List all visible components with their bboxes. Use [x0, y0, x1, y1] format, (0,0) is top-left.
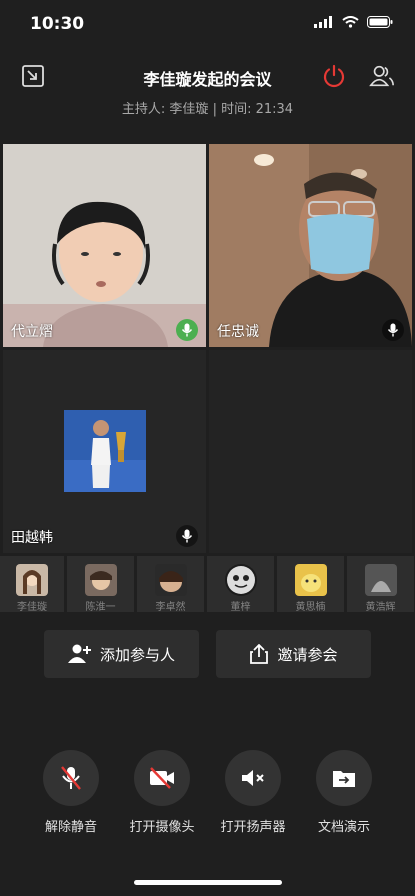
empty-video-tile	[209, 350, 412, 553]
home-indicator[interactable]	[134, 880, 282, 885]
speaker-label: 打开扬声器	[220, 820, 286, 835]
avatar	[16, 564, 48, 596]
participant-video-image	[3, 144, 206, 347]
folder-share-icon	[333, 771, 355, 787]
participant-name: 陈淮一	[85, 602, 116, 612]
unmute-button[interactable]	[43, 750, 99, 806]
cellular-signal-icon	[314, 16, 332, 28]
unmute-label: 解除静音	[44, 820, 97, 835]
share-document-button[interactable]	[316, 750, 372, 806]
participant-item[interactable]: 黄思楠	[277, 556, 344, 612]
video-tile-1[interactable]: 代立熠	[3, 144, 206, 347]
participant-item[interactable]: 董梓	[207, 556, 274, 612]
participant-item[interactable]: 陈淮一	[67, 556, 134, 612]
share-document-control[interactable]: 文档演示	[305, 750, 383, 835]
share-document-label: 文档演示	[317, 820, 370, 835]
tile-name: 田越韩	[11, 530, 53, 546]
participant-item[interactable]: 李佳璇	[0, 556, 64, 612]
mic-muted-icon	[61, 766, 81, 790]
participant-name: 李佳璇	[17, 602, 47, 612]
camera-label: 打开摄像头	[129, 820, 195, 835]
participant-name: 黄思楠	[295, 602, 326, 612]
avatar	[364, 564, 397, 596]
participants-strip[interactable]: 李佳璇 陈淮一 李卓然 董梓 黄思楠 黄浩辉	[0, 556, 415, 612]
participant-name: 黄浩辉	[365, 602, 396, 612]
status-time: 10:30	[30, 14, 85, 34]
invite-label: 邀请参会	[277, 645, 338, 664]
meeting-title: 李佳璇发起的会议	[143, 70, 272, 89]
invite-button[interactable]: 邀请参会	[216, 630, 371, 678]
video-tile-3[interactable]: 田越韩	[3, 350, 206, 553]
participant-name: 董梓	[230, 602, 251, 612]
speaker-muted-icon	[242, 770, 264, 786]
camera-button[interactable]	[134, 750, 190, 806]
avatar	[224, 564, 257, 596]
status-icons	[314, 16, 393, 28]
speaker-control[interactable]: 打开扬声器	[214, 750, 292, 835]
mic-active-icon	[176, 319, 198, 341]
avatar	[154, 564, 187, 596]
battery-icon	[367, 16, 393, 28]
unmute-control[interactable]: 解除静音	[32, 750, 110, 835]
participant-video-image	[209, 144, 412, 347]
speaker-button[interactable]	[225, 750, 281, 806]
tile-name: 代立熠	[11, 324, 53, 340]
participants-icon[interactable]	[369, 63, 395, 89]
tile-name: 任忠诚	[217, 324, 259, 340]
participant-item[interactable]: 李卓然	[137, 556, 204, 612]
camera-off-icon	[150, 767, 174, 789]
avatar	[84, 564, 117, 596]
avatar	[294, 564, 327, 596]
mic-idle-icon	[176, 525, 198, 547]
add-person-icon	[67, 644, 91, 663]
video-tile-2[interactable]: 任忠诚	[209, 144, 412, 347]
wifi-icon	[342, 16, 359, 28]
leave-meeting-power-icon[interactable]	[321, 63, 347, 89]
mic-idle-icon	[382, 319, 404, 341]
participant-item[interactable]: 黄浩辉	[347, 556, 414, 612]
participant-name: 李卓然	[155, 602, 186, 612]
add-participant-button[interactable]: 添加参与人	[44, 630, 199, 678]
meeting-host-and-time: 主持人: 李佳璇 | 时间: 21:34	[121, 102, 294, 117]
share-upload-icon	[250, 644, 269, 664]
participant-avatar	[64, 410, 146, 492]
add-participant-label: 添加参与人	[99, 645, 175, 664]
camera-control[interactable]: 打开摄像头	[123, 750, 201, 835]
